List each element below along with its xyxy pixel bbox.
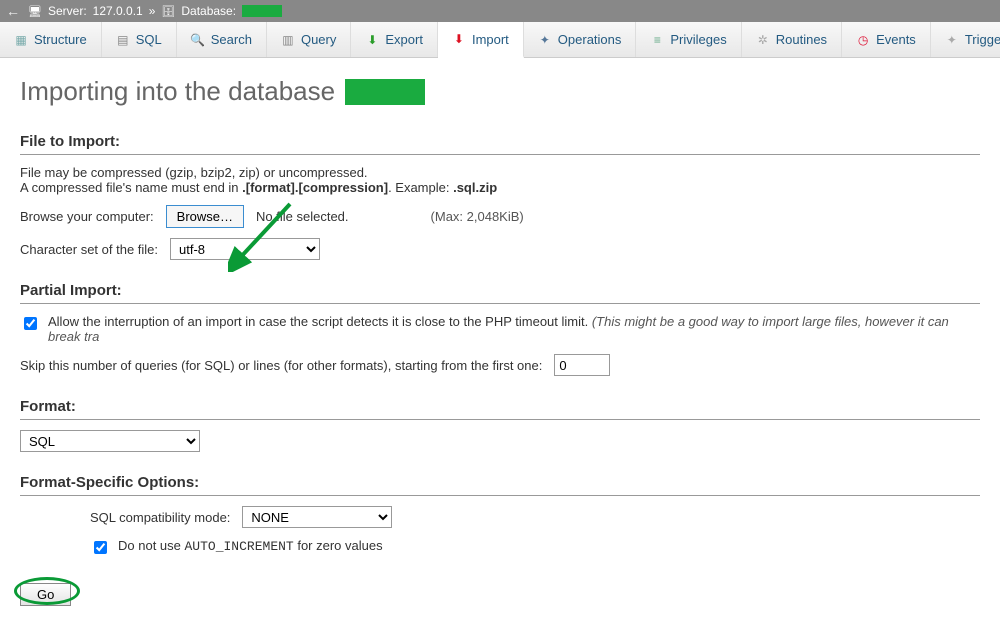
tabs: ▦ Structure ▤ SQL 🔍 Search ▥ Query ⬇ Export ⬇… [0, 22, 1000, 58]
tab-operations[interactable]: ✦ Operations [524, 22, 637, 57]
browse-label: Browse your computer: [20, 209, 154, 224]
query-icon: ▥ [281, 33, 295, 47]
search-icon: 🔍 [191, 33, 205, 47]
tab-export[interactable]: ⬇ Export [351, 22, 438, 57]
charset-select[interactable]: utf-8 [170, 238, 320, 260]
tab-label: Triggers [965, 32, 1000, 47]
section-formatopts-heading: Format-Specific Options: [20, 474, 980, 496]
tab-search[interactable]: 🔍 Search [177, 22, 267, 57]
tab-label: Search [211, 32, 252, 47]
tab-label: Import [472, 32, 509, 47]
page-title: Importing into the database [20, 76, 980, 107]
tab-label: Export [385, 32, 423, 47]
page-title-dbname-redacted [345, 79, 425, 105]
allow-interrupt-label: Allow the interruption of an import in c… [48, 314, 980, 344]
tab-import[interactable]: ⬇ Import [438, 22, 524, 58]
tab-label: Operations [558, 32, 622, 47]
back-arrow-icon[interactable]: ← [6, 3, 20, 19]
tab-label: Events [876, 32, 916, 47]
no-autoincrement-checkbox[interactable] [94, 541, 107, 554]
allow-interrupt-checkbox[interactable] [24, 317, 37, 330]
database-icon: 🗄 [161, 5, 175, 18]
breadcrumb: ← 🖥 Server: 127.0.0.1 » 🗄 Database: [0, 0, 1000, 22]
compat-label: SQL compatibility mode: [90, 510, 230, 525]
skip-label: Skip this number of queries (for SQL) or… [20, 358, 542, 373]
export-icon: ⬇ [365, 33, 379, 47]
go-button[interactable]: Go [20, 583, 71, 606]
page-title-text: Importing into the database [20, 76, 335, 107]
database-label: Database: [181, 4, 236, 18]
skip-queries-input[interactable] [554, 354, 610, 376]
no-file-selected: No file selected. [256, 209, 349, 224]
import-icon: ⬇ [452, 32, 466, 46]
tab-label: Routines [776, 32, 827, 47]
tab-label: Privileges [670, 32, 726, 47]
tab-sql[interactable]: ▤ SQL [102, 22, 177, 57]
sql-icon: ▤ [116, 33, 130, 47]
file-hint-2: A compressed file's name must end in .[f… [20, 180, 980, 195]
browse-button[interactable]: Browse… [166, 205, 244, 228]
section-file-heading: File to Import: [20, 133, 980, 155]
max-size: (Max: 2,048KiB) [431, 209, 524, 224]
database-name-redacted [242, 5, 282, 17]
tab-privileges[interactable]: ≡ Privileges [636, 22, 741, 57]
operations-icon: ✦ [538, 33, 552, 47]
tab-query[interactable]: ▥ Query [267, 22, 351, 57]
breadcrumb-sep: » [149, 4, 156, 18]
file-hint-1: File may be compressed (gzip, bzip2, zip… [20, 165, 980, 180]
no-autoincrement-label: Do not use AUTO_INCREMENT for zero value… [118, 538, 383, 554]
server-label: Server: [48, 4, 87, 18]
tab-label: Structure [34, 32, 87, 47]
section-format-heading: Format: [20, 398, 980, 420]
server-icon: 🖥 [28, 5, 42, 18]
structure-icon: ▦ [14, 33, 28, 47]
tab-triggers[interactable]: ✦ Triggers [931, 22, 1000, 57]
triggers-icon: ✦ [945, 33, 959, 47]
format-select[interactable]: SQL [20, 430, 200, 452]
privileges-icon: ≡ [650, 33, 664, 47]
charset-label: Character set of the file: [20, 242, 158, 257]
tab-structure[interactable]: ▦ Structure [0, 22, 102, 57]
section-partial-heading: Partial Import: [20, 282, 980, 304]
server-value[interactable]: 127.0.0.1 [93, 4, 143, 18]
tab-routines[interactable]: ✲ Routines [742, 22, 842, 57]
tab-events[interactable]: ◷ Events [842, 22, 931, 57]
tab-label: SQL [136, 32, 162, 47]
compat-select[interactable]: NONE [242, 506, 392, 528]
routines-icon: ✲ [756, 33, 770, 47]
events-icon: ◷ [856, 33, 870, 47]
tab-label: Query [301, 32, 336, 47]
